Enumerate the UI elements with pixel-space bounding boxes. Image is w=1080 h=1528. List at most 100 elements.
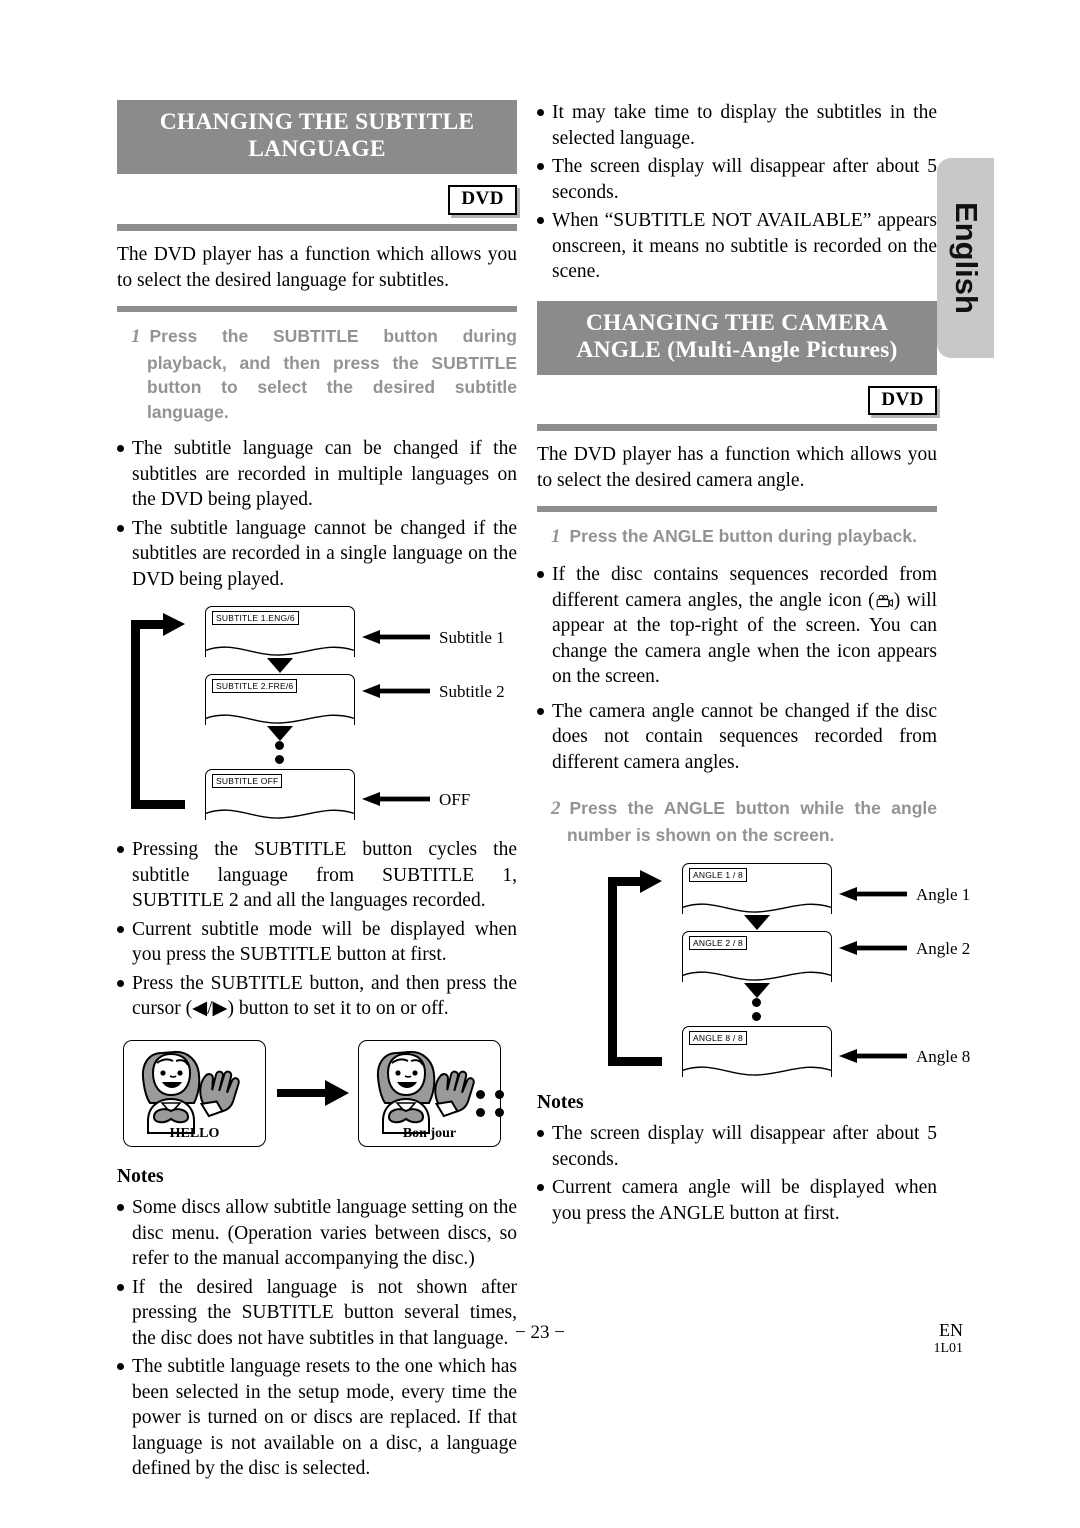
- divider-rule: [117, 223, 517, 231]
- osd-text: SUBTITLE 1.ENG/6: [212, 611, 299, 626]
- loop-arrow-icon: [608, 870, 662, 1067]
- ellipsis-dots: [476, 1086, 517, 1122]
- screen-box: ANGLE 1 / 8: [682, 863, 832, 915]
- callout-label: Subtitle 2: [439, 682, 505, 702]
- callout-arrow-icon: [362, 684, 430, 699]
- list-item: If the disc contains sequences recorded …: [537, 562, 937, 690]
- torn-edge-icon: [206, 646, 354, 656]
- footer-region-block: EN 1L01: [933, 1320, 963, 1357]
- callout-arrow-icon: [839, 1049, 907, 1064]
- down-arrow-icon: [744, 915, 770, 931]
- subtitle-illustration: HELLO Bon jour: [117, 1040, 517, 1150]
- callout-label: Angle 1: [916, 885, 971, 905]
- manual-page: English CHANGING THE SUBTITLE LANGUAGE D…: [0, 0, 1080, 1528]
- document-code: 1L01: [933, 1340, 963, 1356]
- subtitle-bullets-top: The subtitle language can be changed if …: [117, 436, 517, 592]
- loop-arrow-icon: [131, 613, 185, 810]
- callout-arrow-icon: [839, 941, 907, 956]
- language-tab-label: English: [948, 202, 984, 314]
- step-text: Press the ANGLE button during playback.: [569, 526, 917, 547]
- list-item: The subtitle language cannot be changed …: [117, 516, 517, 593]
- angle-intro-text: The DVD player has a function which allo…: [537, 444, 937, 492]
- left-column: CHANGING THE SUBTITLE LANGUAGE DVD The D…: [117, 100, 517, 1485]
- callout-label: Subtitle 1: [439, 628, 505, 648]
- heading-line-2: LANGUAGE: [248, 136, 386, 163]
- list-item: Current subtitle mode will be displayed …: [117, 917, 517, 968]
- angle-badge-row: DVD: [537, 385, 937, 416]
- list-item: The screen display will disappear after …: [537, 154, 937, 205]
- angle-section-heading: CHANGING THE CAMERA ANGLE (Multi-Angle P…: [537, 300, 937, 375]
- subtitle-intro-text: The DVD player has a function which allo…: [117, 243, 517, 291]
- step-text: Press the SUBTITLE button during playbac…: [147, 325, 517, 423]
- down-arrow-icon: [267, 658, 293, 674]
- notes-title: Notes: [537, 1092, 584, 1114]
- callout-label: Angle 2: [916, 939, 971, 959]
- screen-box: SUBTITLE OFF: [205, 769, 355, 821]
- callout-arrow-icon: [839, 887, 907, 902]
- angle-step-2: 2 Press the ANGLE button while the angle …: [537, 796, 937, 848]
- heading-line-2: ANGLE (Multi-Angle Pictures): [576, 337, 898, 364]
- frame-caption: Bon jour: [402, 1126, 457, 1142]
- heading-line-1: CHANGING THE SUBTITLE: [159, 109, 475, 135]
- torn-edge-icon: [206, 714, 354, 724]
- region-code: EN: [939, 1320, 963, 1340]
- heading-line-1: CHANGING THE CAMERA: [585, 309, 889, 336]
- osd-text: ANGLE 1 / 8: [689, 868, 747, 883]
- down-arrow-icon: [744, 983, 770, 999]
- list-item: The subtitle language can be changed if …: [117, 436, 517, 513]
- notes-title: Notes: [117, 1166, 164, 1188]
- frame-caption: HELLO: [169, 1126, 220, 1142]
- callout-arrow-icon: [362, 630, 430, 645]
- camera-angle-icon: [876, 594, 893, 607]
- list-item: It may take time to display the subtitle…: [537, 100, 937, 151]
- divider-rule: [537, 506, 937, 513]
- subtitle-badge-row: DVD: [117, 184, 517, 215]
- dvd-badge: DVD: [448, 184, 517, 215]
- callout-arrow-icon: [362, 792, 430, 807]
- osd-text: SUBTITLE OFF: [212, 774, 283, 789]
- language-tab: English: [937, 158, 994, 358]
- dvd-badge: DVD: [868, 385, 937, 416]
- osd-text: ANGLE 8 / 8: [689, 1031, 747, 1046]
- step-text: Press the ANGLE button while the angle n…: [567, 797, 937, 845]
- list-item: Current camera angle will be displayed w…: [537, 1175, 937, 1226]
- step-number: 2: [551, 797, 561, 819]
- subtitle-bullets-mid: Pressing the SUBTITLE button cycles the …: [117, 837, 517, 1022]
- screen-box: SUBTITLE 1.ENG/6: [205, 606, 355, 658]
- list-item: Pressing the SUBTITLE button cycles the …: [117, 837, 517, 914]
- step-number: 1: [131, 325, 141, 347]
- screen-box: SUBTITLE 2.FRE/6: [205, 674, 355, 726]
- angle-notes-list: The screen display will disappear after …: [537, 1121, 937, 1226]
- screen-box: ANGLE 8 / 8: [682, 1026, 832, 1078]
- subtitle-section-heading: CHANGING THE SUBTITLE LANGUAGE: [117, 100, 517, 174]
- screen-box: ANGLE 2 / 8: [682, 931, 832, 983]
- torn-edge-icon: [683, 971, 831, 982]
- callout-label: OFF: [439, 790, 471, 810]
- osd-text: SUBTITLE 2.FRE/6: [212, 679, 298, 694]
- list-item: The screen display will disappear after …: [537, 1121, 937, 1172]
- subtitle-step-1: 1 Press the SUBTITLE button during playba…: [117, 324, 517, 426]
- list-item: When “SUBTITLE NOT AVAILABLE” appears on…: [537, 208, 937, 285]
- list-item: Some discs allow subtitle language setti…: [117, 1195, 517, 1272]
- right-column: It may take time to display the subtitle…: [537, 100, 970, 1229]
- divider-rule: [537, 424, 937, 432]
- down-arrow-icon: [267, 726, 293, 742]
- angle-bullets: If the disc contains sequences recorded …: [537, 562, 937, 775]
- list-item: Press the SUBTITLE button, and then pres…: [117, 971, 517, 1022]
- callout-label: Angle 8: [916, 1047, 971, 1067]
- torn-edge-icon: [683, 903, 831, 914]
- angle-flow-diagram: ANGLE 1 / 8 ANGLE 2 / 8 ANGLE 8 / 8 Angl…: [594, 863, 970, 1078]
- subtitle-bullets-continued: It may take time to display the subtitle…: [537, 100, 937, 285]
- divider-rule: [117, 305, 517, 312]
- page-number: − 23 −: [515, 1322, 565, 1343]
- illustration-frame-hello: HELLO: [123, 1040, 266, 1148]
- angle-step-1: 1 Press the ANGLE button during playback.: [537, 524, 937, 551]
- torn-edge-icon: [683, 1066, 831, 1077]
- step-number: 1: [551, 526, 561, 548]
- osd-text: ANGLE 2 / 8: [689, 936, 747, 951]
- subtitle-flow-diagram: SUBTITLE 1.ENG/6 SUBTITLE 2.FRE/6 SUBTIT…: [117, 606, 517, 821]
- list-item: The camera angle cannot be changed if th…: [537, 699, 937, 776]
- list-item: The subtitle language resets to the one …: [117, 1354, 517, 1482]
- transition-arrow-icon: [277, 1080, 349, 1107]
- torn-edge-icon: [206, 809, 354, 819]
